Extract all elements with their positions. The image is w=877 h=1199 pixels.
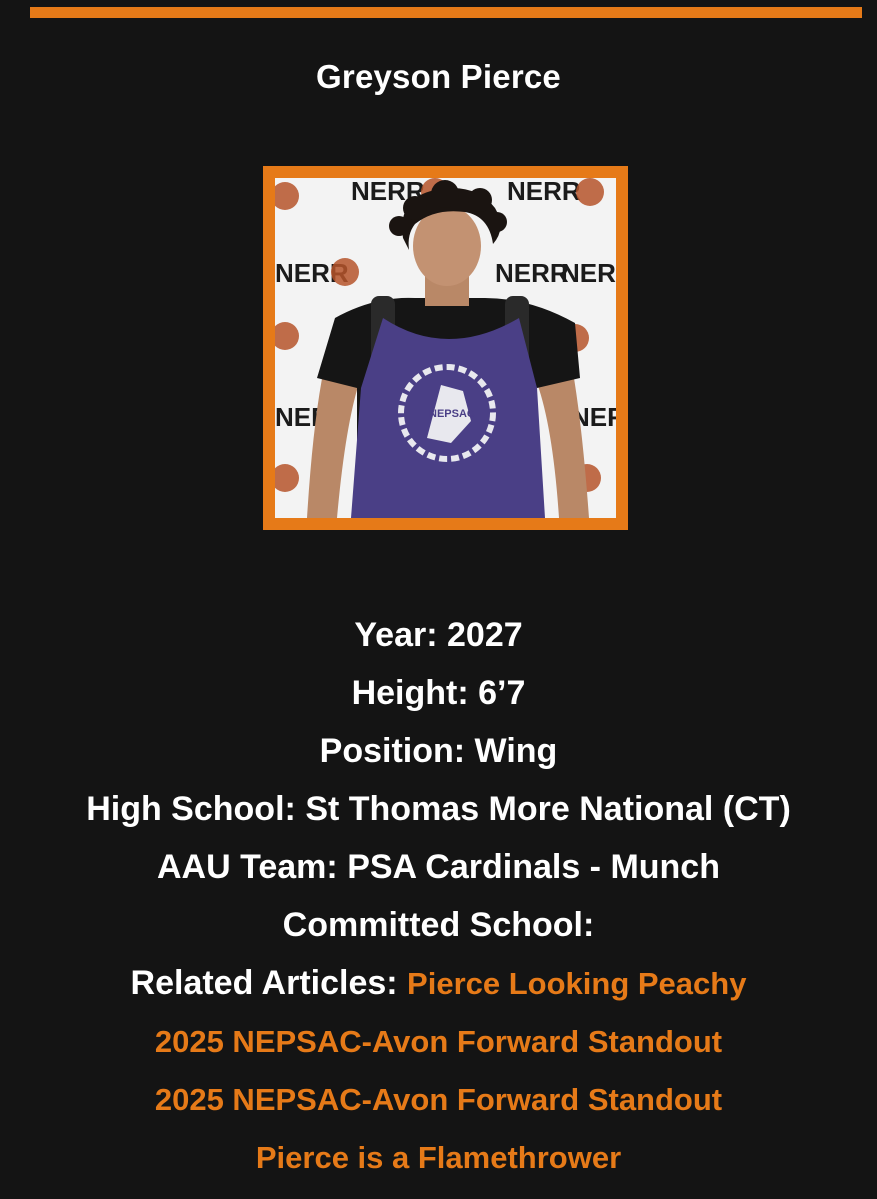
height-label: Height: (351, 674, 469, 712)
aau-team-row: AAU Team: PSA Cardinals - Munch (0, 838, 877, 896)
backdrop-logo-text: NERR (507, 178, 581, 206)
player-name: Greyson Pierce (316, 58, 561, 95)
high-school-row: High School: St Thomas More National (CT… (0, 780, 877, 838)
related-articles-label: Related Articles: (130, 964, 398, 1002)
related-articles-row: Related Articles: Pierce Looking Peachy (0, 954, 877, 1013)
year-label: Year: (354, 616, 438, 654)
height-row: Height: 6’7 (0, 664, 877, 722)
aau-team-label: AAU Team: (157, 848, 338, 886)
article-link[interactable]: Pierce Looking Peachy (407, 966, 746, 1001)
committed-school-label: Committed School: (282, 906, 595, 944)
high-school-label: High School: (86, 790, 296, 828)
jersey-text: NEPSAC (429, 408, 475, 420)
position-value: Wing (474, 732, 558, 770)
article-link[interactable]: Pierce is a Flamethrower (256, 1140, 621, 1175)
player-info: Year: 2027 Height: 6’7 Position: Wing Hi… (0, 606, 877, 1187)
height-value: 6’7 (478, 674, 526, 712)
article-row: Pierce is a Flamethrower (0, 1129, 877, 1187)
article-link[interactable]: 2025 NEPSAC-Avon Forward Standout (155, 1082, 722, 1117)
aau-team-value: PSA Cardinals - Munch (347, 848, 720, 886)
high-school-value: St Thomas More National (CT) (305, 790, 791, 828)
player-photo-frame: NERR NERR NERR NERR NERR NERR NERR (263, 166, 628, 530)
year-row: Year: 2027 (0, 606, 877, 664)
article-row: 2025 NEPSAC-Avon Forward Standout (0, 1071, 877, 1129)
year-value: 2027 (447, 616, 523, 654)
position-label: Position: (319, 732, 466, 770)
article-link[interactable]: 2025 NEPSAC-Avon Forward Standout (155, 1024, 722, 1059)
position-row: Position: Wing (0, 722, 877, 780)
committed-school-row: Committed School: (0, 896, 877, 954)
player-photo: NERR NERR NERR NERR NERR NERR NERR (275, 178, 616, 518)
backdrop-logo-text: NERR (561, 258, 616, 288)
top-accent-bar (30, 7, 862, 18)
article-row: 2025 NEPSAC-Avon Forward Standout (0, 1013, 877, 1071)
